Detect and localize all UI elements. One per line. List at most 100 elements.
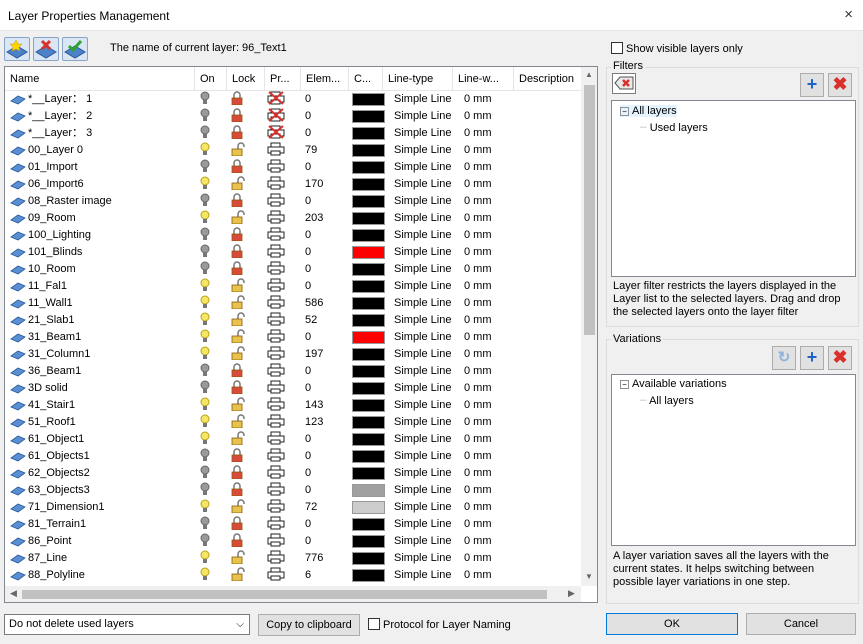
- checkbox-box[interactable]: [611, 42, 623, 54]
- layer-name-cell[interactable]: 36_Beam1: [10, 363, 195, 380]
- add-filter-button[interactable]: +: [800, 73, 824, 97]
- layer-color-cell[interactable]: [352, 125, 386, 142]
- layer-linewidth[interactable]: 0 mm: [464, 380, 514, 397]
- layer-print-toggle[interactable]: [267, 448, 287, 465]
- layer-linetype[interactable]: Simple Line: [394, 295, 460, 312]
- layer-on-toggle[interactable]: [200, 567, 220, 584]
- layer-lock-toggle[interactable]: [230, 482, 248, 499]
- show-visible-checkbox[interactable]: Show visible layers only: [611, 42, 743, 55]
- bulb-off-icon[interactable]: [200, 448, 210, 462]
- layer-on-toggle[interactable]: [200, 142, 220, 159]
- layer-color-cell[interactable]: [352, 499, 386, 516]
- layer-linetype[interactable]: Simple Line: [394, 499, 460, 516]
- layer-lock-toggle[interactable]: [230, 108, 248, 125]
- lock-closed-icon[interactable]: [230, 193, 246, 208]
- color-swatch[interactable]: [352, 178, 385, 191]
- layer-color-cell[interactable]: [352, 414, 386, 431]
- table-row[interactable]: 63_Objects3 0 Simple Line 0 mm: [5, 482, 581, 499]
- color-swatch[interactable]: [352, 569, 385, 582]
- layer-lock-toggle[interactable]: [230, 312, 248, 329]
- layer-linetype[interactable]: Simple Line: [394, 397, 460, 414]
- layer-print-toggle[interactable]: [267, 550, 287, 567]
- layer-print-toggle[interactable]: [267, 431, 287, 448]
- color-swatch[interactable]: [352, 382, 385, 395]
- layer-print-toggle[interactable]: [267, 499, 287, 516]
- layer-lock-toggle[interactable]: [230, 346, 248, 363]
- layer-lock-toggle[interactable]: [230, 210, 248, 227]
- column-header-color[interactable]: C...: [349, 67, 383, 91]
- layer-print-toggle[interactable]: [267, 465, 287, 482]
- layer-on-toggle[interactable]: [200, 414, 220, 431]
- bulb-on-icon[interactable]: [200, 414, 210, 428]
- layer-name-cell[interactable]: 08_Raster image: [10, 193, 195, 210]
- layer-linewidth[interactable]: 0 mm: [464, 329, 514, 346]
- printer-icon[interactable]: [267, 261, 285, 275]
- layer-linewidth[interactable]: 0 mm: [464, 295, 514, 312]
- variation-node-available[interactable]: − Available variations: [620, 378, 727, 390]
- horizontal-scrollbar[interactable]: ◀ ▶: [5, 586, 581, 602]
- layer-print-toggle[interactable]: [267, 142, 287, 159]
- layer-linewidth[interactable]: 0 mm: [464, 125, 514, 142]
- layer-linewidth[interactable]: 0 mm: [464, 482, 514, 499]
- collapse-icon[interactable]: −: [620, 380, 629, 389]
- layer-linewidth[interactable]: 0 mm: [464, 91, 514, 108]
- lock-open-icon[interactable]: [230, 397, 246, 412]
- layer-lock-toggle[interactable]: [230, 516, 248, 533]
- layer-linetype[interactable]: Simple Line: [394, 159, 460, 176]
- layer-linewidth[interactable]: 0 mm: [464, 312, 514, 329]
- table-row[interactable]: 71_Dimension1 72 Simple Line 0 mm: [5, 499, 581, 516]
- layer-linewidth[interactable]: 0 mm: [464, 431, 514, 448]
- printer-icon[interactable]: [267, 295, 285, 309]
- layer-lock-toggle[interactable]: [230, 380, 248, 397]
- color-swatch[interactable]: [352, 195, 385, 208]
- layer-print-toggle[interactable]: [267, 397, 287, 414]
- color-swatch[interactable]: [352, 467, 385, 480]
- layer-on-toggle[interactable]: [200, 125, 220, 142]
- layer-color-cell[interactable]: [352, 397, 386, 414]
- layer-linewidth[interactable]: 0 mm: [464, 108, 514, 125]
- lock-closed-icon[interactable]: [230, 533, 246, 548]
- layer-print-toggle[interactable]: [267, 210, 287, 227]
- layer-linewidth[interactable]: 0 mm: [464, 363, 514, 380]
- printer-icon[interactable]: [267, 380, 285, 394]
- printer-icon[interactable]: [267, 346, 285, 360]
- lock-closed-icon[interactable]: [230, 482, 246, 497]
- printer-disabled-icon[interactable]: [267, 91, 285, 105]
- filter-node-used-layers[interactable]: ┈ Used layers: [640, 121, 708, 134]
- layer-color-cell[interactable]: [352, 550, 386, 567]
- collapse-icon[interactable]: −: [620, 107, 629, 116]
- layer-linewidth[interactable]: 0 mm: [464, 465, 514, 482]
- bulb-off-icon[interactable]: [200, 363, 210, 377]
- printer-icon[interactable]: [267, 210, 285, 224]
- layer-lock-toggle[interactable]: [230, 244, 248, 261]
- table-row[interactable]: 41_Stair1 143 Simple Line 0 mm: [5, 397, 581, 414]
- layer-linewidth[interactable]: 0 mm: [464, 533, 514, 550]
- lock-open-icon[interactable]: [230, 414, 246, 429]
- layer-linetype[interactable]: Simple Line: [394, 278, 460, 295]
- bulb-off-icon[interactable]: [200, 465, 210, 479]
- layer-on-toggle[interactable]: [200, 261, 220, 278]
- scroll-down-icon[interactable]: ▼: [585, 572, 593, 581]
- table-row[interactable]: 01_Import 0 Simple Line 0 mm: [5, 159, 581, 176]
- table-row[interactable]: 21_Slab1 52 Simple Line 0 mm: [5, 312, 581, 329]
- layer-linewidth[interactable]: 0 mm: [464, 159, 514, 176]
- layer-color-cell[interactable]: [352, 142, 386, 159]
- table-row[interactable]: 61_Objects1 0 Simple Line 0 mm: [5, 448, 581, 465]
- layer-linetype[interactable]: Simple Line: [394, 346, 460, 363]
- layer-lock-toggle[interactable]: [230, 363, 248, 380]
- layer-name-cell[interactable]: 88_Polyline: [10, 567, 195, 584]
- layer-linetype[interactable]: Simple Line: [394, 312, 460, 329]
- layer-on-toggle[interactable]: [200, 329, 220, 346]
- layer-name-cell[interactable]: 51_Roof1: [10, 414, 195, 431]
- layer-on-toggle[interactable]: [200, 533, 220, 550]
- layer-name-cell[interactable]: 63_Objects3: [10, 482, 195, 499]
- printer-icon[interactable]: [267, 533, 285, 547]
- printer-icon[interactable]: [267, 567, 285, 581]
- layer-print-toggle[interactable]: [267, 261, 287, 278]
- layer-linetype[interactable]: Simple Line: [394, 176, 460, 193]
- table-row[interactable]: 11_Wall1 586 Simple Line 0 mm: [5, 295, 581, 312]
- protocol-checkbox[interactable]: Protocol for Layer Naming: [368, 618, 511, 631]
- bulb-on-icon[interactable]: [200, 346, 210, 360]
- bulb-off-icon[interactable]: [200, 482, 210, 496]
- color-swatch[interactable]: [352, 263, 385, 276]
